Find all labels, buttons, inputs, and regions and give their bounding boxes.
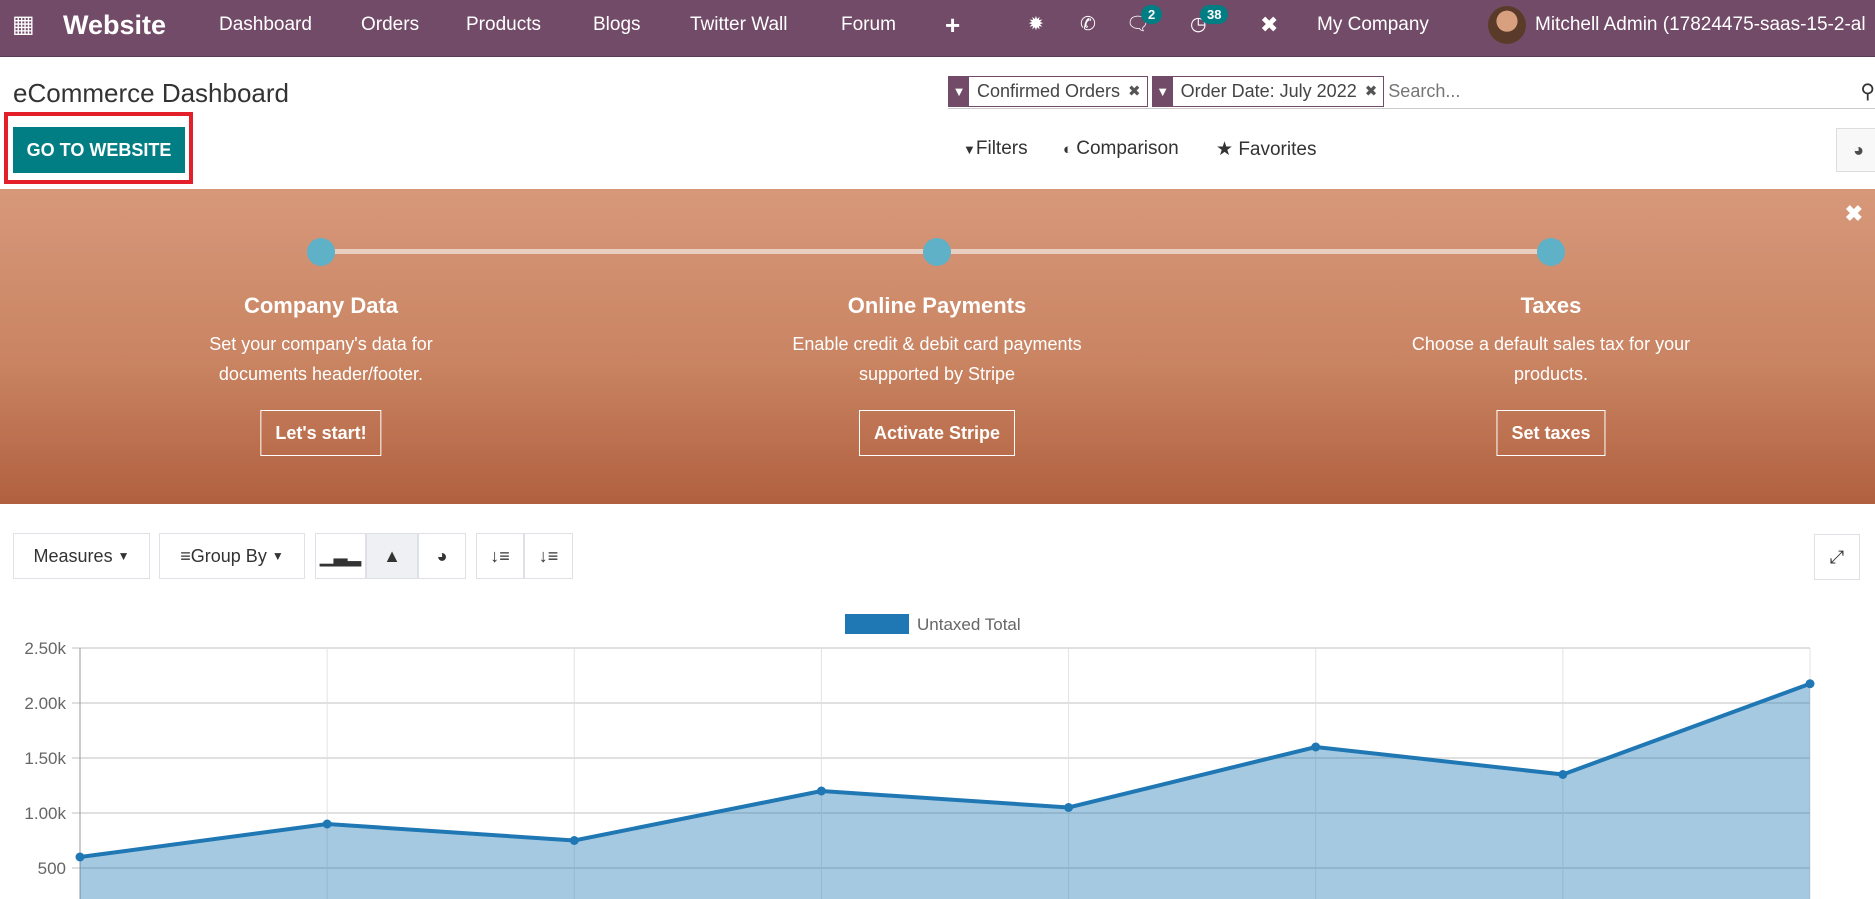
filters-label: Filters [975, 138, 1028, 159]
avatar[interactable] [1488, 6, 1526, 44]
series-line [79, 681, 1811, 859]
step-description: Choose a default sales tax for your produ… [1411, 334, 1691, 384]
step-description: Enable credit & debit card payments suppo… [792, 334, 1082, 384]
y-tick-label: 1.00k [24, 804, 66, 823]
step-description: Set your company's data for documents hea… [209, 334, 433, 384]
expand-icon: ⤢ [1829, 546, 1845, 567]
app-name[interactable]: Website [63, 0, 166, 57]
apps-menu-icon[interactable]: ▦ [12, 0, 35, 57]
page-title: eCommerce Dashboard [13, 78, 290, 108]
activate-stripe-button[interactable]: Activate Stripe [858, 410, 1016, 456]
favorites-button[interactable]: ★ Favorites [1216, 138, 1316, 161]
group-by-label: Group By [190, 545, 267, 566]
group-by-dropdown[interactable]: ≡ Group By ▼ [159, 533, 305, 579]
caret-down-icon: ▼ [117, 549, 130, 563]
navbar: ▦ Website Dashboard Orders Products Blog… [0, 0, 1875, 57]
comparison-label: Comparison [1076, 138, 1179, 159]
plus-icon[interactable]: + [945, 0, 960, 57]
menu-products[interactable]: Products [466, 0, 541, 57]
sort-group: ↓≡ ↓≡ [476, 533, 573, 579]
bar-chart-icon: ▁▃▂ [319, 545, 362, 566]
y-tick-label: 2.50k [24, 639, 66, 658]
messages-badge: 2 [1141, 5, 1163, 24]
search-input[interactable] [1388, 81, 1789, 102]
activities-badge: 38 [1200, 5, 1229, 24]
menu-dashboard[interactable]: Dashboard [219, 0, 312, 57]
list-icon: ≡ [180, 545, 191, 566]
data-point [816, 786, 826, 796]
step-title: Company Data [243, 293, 399, 318]
menu-blogs[interactable]: Blogs [593, 0, 641, 57]
step-title: Taxes [1520, 293, 1582, 318]
dashboard-view-button[interactable]: ◕ [1836, 128, 1875, 172]
measures-label: Measures [33, 545, 113, 566]
step-dot [307, 238, 335, 266]
bug-icon[interactable]: ✹ [1028, 0, 1044, 57]
onboarding-banner: Company Data Set your company's data for… [0, 189, 1875, 504]
step-title: Online Payments [847, 293, 1027, 318]
legend-swatch [845, 614, 909, 634]
comparison-button[interactable]: ◐ Comparison [1063, 138, 1179, 160]
data-point [1558, 770, 1568, 779]
fullscreen-button[interactable]: ⤢ [1814, 534, 1860, 580]
tools-icon[interactable]: ✖ [1260, 0, 1278, 57]
close-banner-icon[interactable]: ✖ [1845, 201, 1863, 227]
data-point [75, 852, 85, 862]
sort-ascending-button[interactable]: ↓≡ [524, 533, 573, 579]
data-point [1805, 679, 1815, 689]
pie-chart-button[interactable]: ◕ [418, 533, 466, 579]
remove-facet-icon[interactable]: ✖ [1128, 77, 1147, 106]
data-point [1064, 803, 1074, 812]
tachometer-icon: ◕ [1853, 140, 1864, 160]
set-taxes-button[interactable]: Set taxes [1496, 410, 1606, 456]
filter-icon: ▼ [1152, 77, 1173, 106]
remove-facet-icon[interactable]: ✖ [1365, 77, 1384, 106]
phone-icon[interactable]: ✆ [1080, 0, 1096, 57]
lets-start-button[interactable]: Let's start! [260, 410, 382, 456]
facet-label: Confirmed Orders [977, 81, 1121, 101]
star-icon: ★ [1216, 139, 1239, 160]
pie-chart-icon: ◕ [436, 545, 448, 566]
data-point [569, 836, 579, 845]
adjust-icon: ◐ [1063, 141, 1077, 158]
company-switcher[interactable]: My Company [1317, 0, 1429, 57]
y-tick-label: 2.00k [24, 694, 66, 713]
user-menu[interactable]: Mitchell Admin (17824475-saas-15-2-al [1535, 0, 1866, 57]
sort-descending-button[interactable]: ↓≡ [476, 533, 524, 579]
line-chart-button[interactable]: ▲ [366, 533, 418, 579]
facet-order-date: ▼ Order Date: July 2022 ✖ [1151, 76, 1385, 107]
search-bar: ▼ Confirmed Orders ✖ ▼ Order Date: July … [948, 75, 1875, 109]
filter-icon: ▼ [949, 77, 969, 106]
facet-confirmed-orders: ▼ Confirmed Orders ✖ [948, 76, 1148, 107]
area-chart-icon: ▲ [383, 545, 401, 566]
series-area [80, 683, 1810, 899]
filter-icon: ▼ [963, 142, 976, 157]
search-icon[interactable]: ⚲ [1860, 79, 1875, 104]
data-point [1311, 742, 1321, 752]
facet-label: Order Date: July 2022 [1180, 81, 1357, 101]
y-tick-label: 500 [38, 859, 66, 878]
y-tick-label: 1.50k [24, 749, 66, 768]
bar-chart-button[interactable]: ▁▃▂ [315, 533, 366, 579]
chart-type-group: ▁▃▂ ▲ ◕ [315, 533, 466, 579]
legend-label: Untaxed Total [917, 615, 1021, 634]
filters-button[interactable]: ▼Filters [963, 138, 1028, 160]
sort-ascending-icon: ↓≡ [538, 545, 559, 566]
caret-down-icon: ▼ [271, 549, 284, 563]
step-dot [1537, 238, 1565, 266]
favorites-label: Favorites [1238, 139, 1317, 160]
menu-orders[interactable]: Orders [361, 0, 419, 57]
sort-descending-icon: ↓≡ [490, 545, 510, 566]
measures-dropdown[interactable]: Measures ▼ [13, 533, 150, 579]
menu-twitter-wall[interactable]: Twitter Wall [690, 0, 787, 57]
data-point [322, 819, 332, 829]
menu-forum[interactable]: Forum [841, 0, 896, 57]
step-dot [923, 238, 951, 266]
go-to-website-button[interactable]: GO TO WEBSITE [13, 127, 185, 173]
